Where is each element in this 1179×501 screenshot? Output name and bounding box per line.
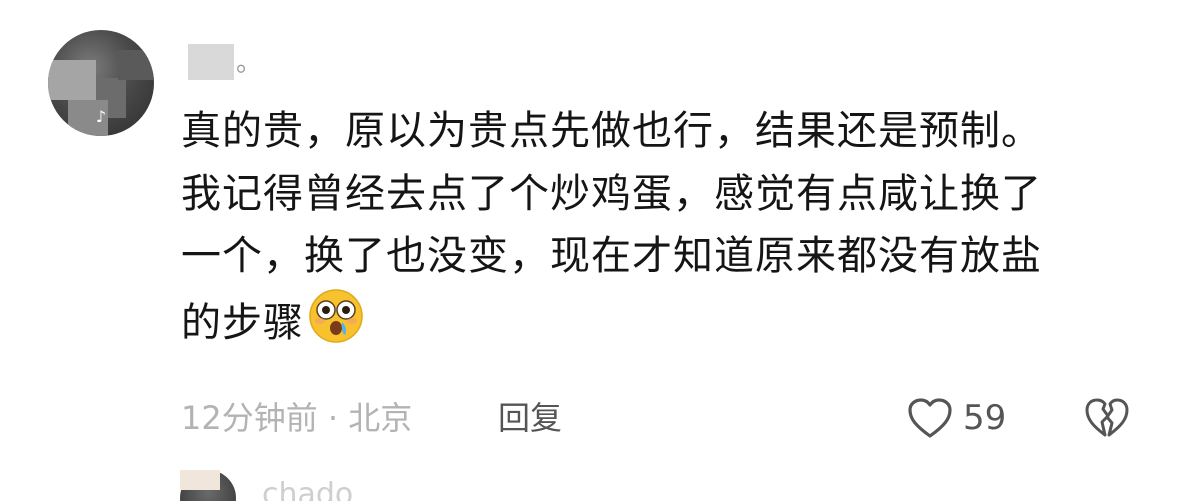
- comment-line-last: 的步骤: [181, 288, 1121, 363]
- reply-button[interactable]: 回复: [498, 396, 562, 440]
- avatar-redacted: [180, 470, 220, 490]
- comment-item: ♪ 。 真的贵，原以为贵点先做也行，结果还是预制。 我记得曾经去点了个炒鸡蛋，感…: [0, 0, 1179, 501]
- username-redacted: [188, 44, 234, 80]
- comment-text: 真的贵，原以为贵点先做也行，结果还是预制。 我记得曾经去点了个炒鸡蛋，感觉有点咸…: [181, 100, 1121, 362]
- comment-line: 真的贵，原以为贵点先做也行，结果还是预制。: [181, 108, 1042, 154]
- heart-outline-icon[interactable]: [906, 396, 954, 440]
- username[interactable]: 。: [236, 48, 262, 78]
- comment-meta: 12分钟前 · 北京: [181, 399, 413, 437]
- comment-line: 我记得曾经去点了个炒鸡蛋，感觉有点咸让换了: [181, 170, 1042, 217]
- avatar[interactable]: ♪: [48, 30, 154, 136]
- avatar-mosaic: [118, 50, 154, 80]
- avatar-mosaic: [48, 60, 96, 100]
- comment-line: 一个，换了也没变，现在才知道原来都没有放盐: [181, 233, 1042, 279]
- next-comment-area: [0, 462, 1179, 501]
- username[interactable]: chado: [262, 478, 353, 501]
- comment-line-text: 的步骤: [181, 299, 304, 346]
- flushed-crying-face-icon: [308, 288, 364, 363]
- like-count: 59: [963, 398, 1007, 438]
- broken-heart-icon[interactable]: [1083, 396, 1131, 440]
- tiktok-icon: ♪: [95, 107, 107, 126]
